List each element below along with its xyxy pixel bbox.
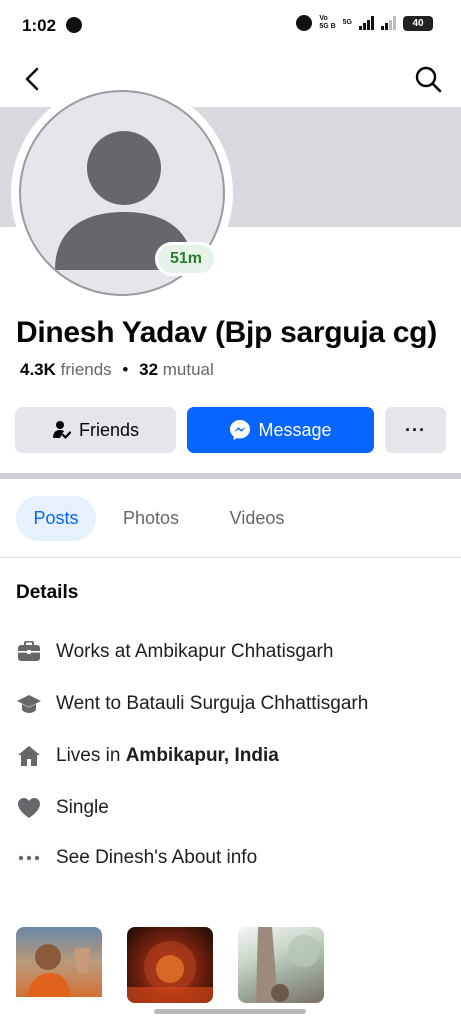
separator-dot: • bbox=[122, 360, 129, 379]
photo-thumbnail[interactable] bbox=[238, 927, 324, 1003]
detail-relationship[interactable]: Single bbox=[16, 794, 446, 822]
signal-icon-primary bbox=[359, 16, 374, 30]
network-5g-label: 5G bbox=[342, 19, 352, 26]
photo-strip bbox=[16, 927, 446, 1003]
photo-thumbnail-person-image bbox=[16, 944, 102, 1003]
heart-icon bbox=[16, 795, 42, 821]
friend-check-icon bbox=[52, 421, 72, 439]
friends-count: 4.3K bbox=[20, 360, 56, 379]
messenger-icon bbox=[230, 420, 251, 440]
search-button[interactable] bbox=[413, 64, 443, 94]
app-notification-icon bbox=[66, 17, 82, 33]
friends-label: friends bbox=[60, 360, 112, 379]
home-icon bbox=[16, 743, 42, 769]
graduation-cap-icon bbox=[16, 691, 42, 717]
mutual-label: mutual bbox=[162, 360, 214, 379]
volte-indicator: Vo 5G B bbox=[319, 15, 335, 31]
detail-lives-prefix: Lives in bbox=[56, 745, 126, 766]
status-bar: 1:02 Vo 5G B 5G 40 bbox=[0, 0, 461, 52]
profile-name: Dinesh Yadav (Bjp sarguja cg) bbox=[16, 316, 437, 349]
mutual-count: 32 bbox=[139, 360, 159, 379]
details-heading: Details bbox=[16, 582, 79, 603]
detail-education[interactable]: Went to Batauli Surguja Chhattisgarh bbox=[16, 690, 446, 718]
active-status-badge: 51m bbox=[155, 242, 217, 276]
status-time: 1:02 bbox=[22, 16, 57, 35]
detail-lives-text: Lives in Ambikapur, India bbox=[56, 745, 279, 767]
message-button-label: Message bbox=[258, 419, 332, 440]
message-button[interactable]: Message bbox=[187, 407, 374, 453]
tab-videos[interactable]: Videos bbox=[214, 496, 300, 541]
detail-relationship-text: Single bbox=[56, 797, 109, 818]
back-button[interactable] bbox=[18, 64, 48, 94]
detail-lives[interactable]: Lives in Ambikapur, India bbox=[16, 742, 446, 770]
friends-summary[interactable]: 4.3K friends • 32 mutual bbox=[20, 360, 214, 380]
photo-thumbnail-tree-image bbox=[256, 927, 320, 1003]
profile-actions: Friends Message ··· bbox=[15, 407, 446, 453]
photo-thumbnail[interactable] bbox=[127, 927, 213, 1003]
more-options-label: ··· bbox=[405, 419, 426, 440]
tab-photos[interactable]: Photos bbox=[106, 496, 196, 541]
photo-thumbnail-lion-image bbox=[127, 941, 213, 1003]
signal-icon-secondary bbox=[381, 16, 396, 30]
friends-button-label: Friends bbox=[78, 419, 140, 440]
detail-about-text: See Dinesh's About info bbox=[56, 847, 258, 868]
volte-label-bottom: 5G B bbox=[319, 23, 336, 30]
search-icon bbox=[415, 66, 442, 93]
detail-work-text: Works at Ambikapur Chhatisgarh bbox=[56, 641, 334, 662]
status-indicators: Vo 5G B 5G 40 bbox=[296, 15, 433, 31]
friends-button[interactable]: Friends bbox=[15, 407, 176, 453]
volte-label-top: Vo bbox=[319, 15, 328, 22]
detail-lives-place: Ambikapur, India bbox=[125, 745, 279, 766]
home-indicator[interactable] bbox=[154, 1009, 306, 1014]
alarm-icon bbox=[296, 15, 313, 31]
more-dots-icon bbox=[16, 845, 42, 871]
detail-education-text: Went to Batauli Surguja Chhattisgarh bbox=[56, 693, 369, 714]
battery-icon: 40 bbox=[403, 15, 433, 31]
tab-posts[interactable]: Posts bbox=[16, 496, 96, 541]
detail-about-link[interactable]: See Dinesh's About info bbox=[16, 844, 446, 872]
photo-thumbnail[interactable] bbox=[16, 927, 102, 1003]
detail-work[interactable]: Works at Ambikapur Chhatisgarh bbox=[16, 638, 446, 666]
section-divider bbox=[0, 473, 461, 479]
tabs-divider bbox=[0, 557, 461, 558]
chevron-left-icon bbox=[25, 67, 39, 91]
more-options-button[interactable]: ··· bbox=[385, 407, 446, 453]
briefcase-icon bbox=[16, 639, 42, 665]
